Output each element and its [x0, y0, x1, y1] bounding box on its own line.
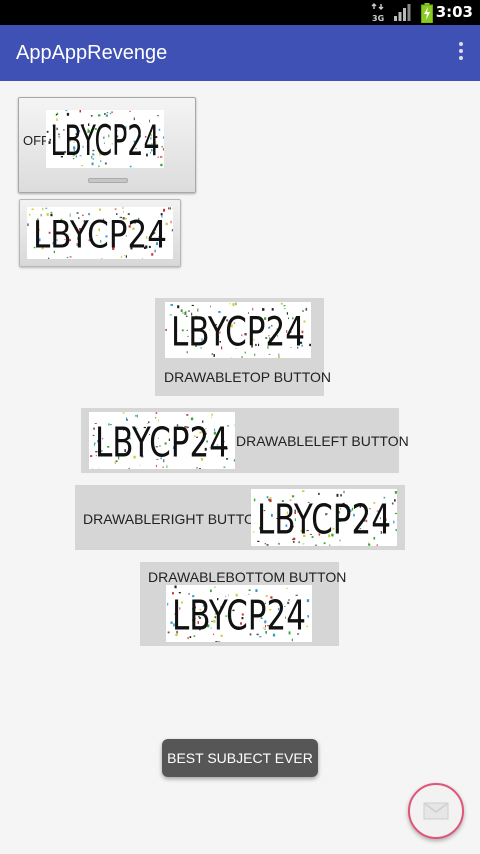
status-time: 3:03 [435, 3, 473, 21]
captcha-image: LBYCP24 [166, 585, 312, 642]
toggle-indicator [88, 178, 128, 183]
mail-fab-button[interactable] [408, 783, 464, 839]
app-bar: AppAppRevenge [0, 25, 480, 81]
overflow-menu-icon[interactable] [455, 42, 467, 64]
image-button[interactable]: LBYCP24 [19, 199, 181, 267]
captcha-graphic: LBYCP24 [167, 585, 310, 642]
battery-charging-icon [421, 3, 433, 23]
svg-text:3G: 3G [372, 14, 384, 23]
drawable-top-button[interactable]: LBYCP24 DRAWABLETOP BUTTON [155, 298, 331, 396]
captcha-text: LBYCP24 [33, 214, 167, 257]
signal-icon [394, 4, 411, 21]
drawable-bottom-button[interactable]: DRAWABLEBOTTOM BUTTON LBYCP24 [140, 562, 346, 646]
drawable-left-label: DRAWABLELEFT BUTTON [236, 433, 409, 449]
data-indicator-icon: 3G [371, 3, 384, 23]
toggle-button[interactable]: OFF LBYCP24 [18, 97, 196, 193]
captcha-image: LBYCP24 [46, 110, 164, 168]
drawable-right-label: DRAWABLERIGHT BUTTON [83, 511, 266, 527]
captcha-graphic: LBYCP24 [253, 490, 397, 546]
captcha-text: LBYCP24 [172, 591, 306, 639]
captcha-text: LBYCP24 [171, 310, 305, 356]
toast-message: BEST SUBJECT EVER [162, 739, 318, 777]
captcha-image: LBYCP24 [89, 412, 235, 469]
drawable-top-label: DRAWABLETOP BUTTON [164, 369, 331, 385]
drawable-left-button[interactable]: LBYCP24 DRAWABLELEFT BUTTON [81, 408, 409, 473]
status-bar: 3G 3:03 [0, 0, 480, 25]
app-title: AppAppRevenge [16, 42, 168, 64]
captcha-graphic: LBYCP24 [165, 302, 311, 358]
captcha-image: LBYCP24 [27, 207, 173, 259]
captcha-graphic: LBYCP24 [90, 412, 235, 469]
captcha-text: LBYCP24 [95, 418, 229, 466]
captcha-text: LBYCP24 [257, 495, 391, 543]
captcha-graphic: LBYCP24 [27, 207, 173, 259]
drawable-right-button[interactable]: DRAWABLERIGHT BUTTON LBYCP24 [75, 485, 405, 550]
drawable-bottom-label: DRAWABLEBOTTOM BUTTON [148, 569, 347, 585]
captcha-image: LBYCP24 [165, 302, 311, 358]
mail-icon [423, 802, 449, 820]
captcha-image: LBYCP24 [251, 489, 397, 546]
captcha-text: LBYCP24 [51, 116, 160, 165]
captcha-graphic: LBYCP24 [46, 110, 164, 168]
